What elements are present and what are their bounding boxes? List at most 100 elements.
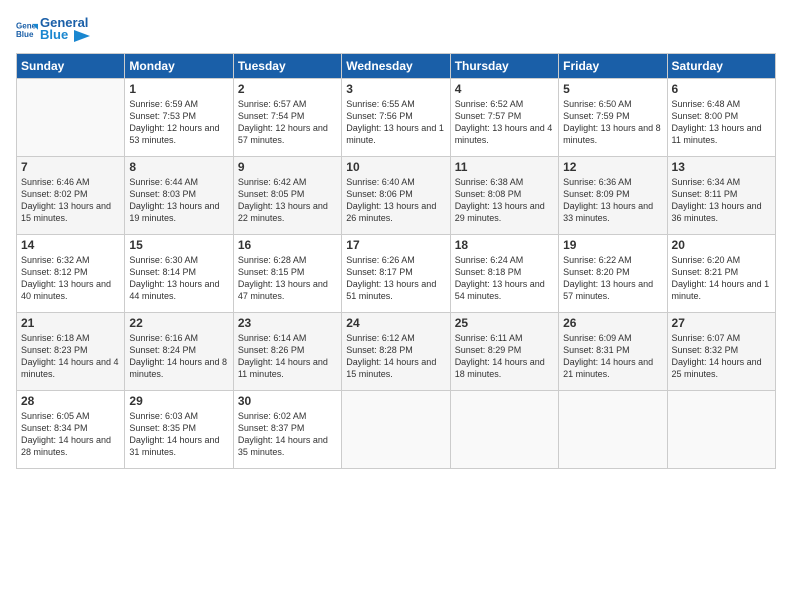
calendar-week-2: 7 Sunrise: 6:46 AMSunset: 8:02 PMDaylight… — [17, 156, 776, 234]
page: General Blue General Blue SundayMondayTu… — [0, 0, 792, 612]
calendar-cell: 2Sunrise: 6:57 AMSunset: 7:54 PMDaylight… — [233, 78, 341, 156]
calendar-cell: 22 Sunrise: 6:16 AMSunset: 8:24 PMDayligh… — [125, 312, 233, 390]
calendar-cell: 7 Sunrise: 6:46 AMSunset: 8:02 PMDaylight… — [17, 156, 125, 234]
day-info: Sunrise: 6:16 AMSunset: 8:24 PMDaylight:… — [129, 332, 228, 381]
logo-flag-icon — [74, 30, 90, 42]
day-number: 6 — [672, 82, 771, 96]
calendar-cell — [450, 390, 558, 468]
calendar-week-5: 28 Sunrise: 6:05 AMSunset: 8:34 PMDayligh… — [17, 390, 776, 468]
day-number: 28 — [21, 394, 120, 408]
day-header-friday: Friday — [559, 53, 667, 78]
day-header-monday: Monday — [125, 53, 233, 78]
day-info: Sunrise: 6:07 AMSunset: 8:32 PMDaylight:… — [672, 332, 771, 381]
calendar-cell: 1 Sunrise: 6:59 AMSunset: 7:53 PMDaylight… — [125, 78, 233, 156]
day-info: Sunrise: 6:11 AMSunset: 8:29 PMDaylight:… — [455, 332, 554, 381]
day-number: 29 — [129, 394, 228, 408]
day-info: Sunrise: 6:20 AMSunset: 8:21 PMDaylight:… — [672, 254, 771, 303]
day-number: 9 — [238, 160, 337, 174]
calendar-cell: 14 Sunrise: 6:32 AMSunset: 8:12 PMDayligh… — [17, 234, 125, 312]
calendar-week-1: 1 Sunrise: 6:59 AMSunset: 7:53 PMDaylight… — [17, 78, 776, 156]
day-number: 10 — [346, 160, 445, 174]
header: General Blue General Blue — [16, 16, 776, 43]
calendar-cell: 13 Sunrise: 6:34 AMSunset: 8:11 PMDayligh… — [667, 156, 775, 234]
day-info: Sunrise: 6:34 AMSunset: 8:11 PMDaylight:… — [672, 176, 771, 225]
calendar-cell: 30Sunrise: 6:02 AMSunset: 8:37 PMDayligh… — [233, 390, 341, 468]
day-number: 1 — [129, 82, 228, 96]
day-number: 13 — [672, 160, 771, 174]
day-info: Sunrise: 6:24 AMSunset: 8:18 PMDaylight:… — [455, 254, 554, 303]
day-number: 14 — [21, 238, 120, 252]
calendar-cell: 24 Sunrise: 6:12 AMSunset: 8:28 PMDayligh… — [342, 312, 450, 390]
day-info: Sunrise: 6:12 AMSunset: 8:28 PMDaylight:… — [346, 332, 445, 381]
day-info: Sunrise: 6:22 AMSunset: 8:20 PMDaylight:… — [563, 254, 662, 303]
day-info: Sunrise: 6:36 AMSunset: 8:09 PMDaylight:… — [563, 176, 662, 225]
day-info: Sunrise: 6:52 AMSunset: 7:57 PMDaylight:… — [455, 98, 554, 147]
day-info: Sunrise: 6:50 AMSunset: 7:59 PMDaylight:… — [563, 98, 662, 147]
calendar-cell: 15 Sunrise: 6:30 AMSunset: 8:14 PMDayligh… — [125, 234, 233, 312]
calendar-cell: 11 Sunrise: 6:38 AMSunset: 8:08 PMDayligh… — [450, 156, 558, 234]
day-info: Sunrise: 6:44 AMSunset: 8:03 PMDaylight:… — [129, 176, 228, 225]
day-info: Sunrise: 6:59 AMSunset: 7:53 PMDaylight:… — [129, 98, 228, 147]
day-number: 17 — [346, 238, 445, 252]
day-header-tuesday: Tuesday — [233, 53, 341, 78]
svg-text:Blue: Blue — [16, 30, 34, 39]
calendar-cell: 27 Sunrise: 6:07 AMSunset: 8:32 PMDayligh… — [667, 312, 775, 390]
calendar-cell: 8 Sunrise: 6:44 AMSunset: 8:03 PMDaylight… — [125, 156, 233, 234]
calendar-cell: 4 Sunrise: 6:52 AMSunset: 7:57 PMDaylight… — [450, 78, 558, 156]
logo-blue: Blue — [40, 28, 90, 42]
calendar-cell: 3 Sunrise: 6:55 AMSunset: 7:56 PMDaylight… — [342, 78, 450, 156]
day-number: 11 — [455, 160, 554, 174]
calendar-cell: 16Sunrise: 6:28 AMSunset: 8:15 PMDayligh… — [233, 234, 341, 312]
day-number: 26 — [563, 316, 662, 330]
day-number: 27 — [672, 316, 771, 330]
day-number: 3 — [346, 82, 445, 96]
day-info: Sunrise: 6:05 AMSunset: 8:34 PMDaylight:… — [21, 410, 120, 459]
calendar-cell: 29 Sunrise: 6:03 AMSunset: 8:35 PMDayligh… — [125, 390, 233, 468]
day-info: Sunrise: 6:09 AMSunset: 8:31 PMDaylight:… — [563, 332, 662, 381]
calendar-week-3: 14 Sunrise: 6:32 AMSunset: 8:12 PMDayligh… — [17, 234, 776, 312]
day-header-thursday: Thursday — [450, 53, 558, 78]
calendar-cell — [667, 390, 775, 468]
logo-icon: General Blue — [16, 18, 38, 40]
calendar-table: SundayMondayTuesdayWednesdayThursdayFrid… — [16, 53, 776, 469]
day-number: 7 — [21, 160, 120, 174]
day-info: Sunrise: 6:48 AMSunset: 8:00 PMDaylight:… — [672, 98, 771, 147]
day-info: Sunrise: 6:57 AMSunset: 7:54 PMDaylight:… — [238, 98, 337, 147]
calendar-cell — [17, 78, 125, 156]
day-info: Sunrise: 6:46 AMSunset: 8:02 PMDaylight:… — [21, 176, 120, 225]
day-info: Sunrise: 6:38 AMSunset: 8:08 PMDaylight:… — [455, 176, 554, 225]
day-number: 18 — [455, 238, 554, 252]
day-info: Sunrise: 6:14 AMSunset: 8:26 PMDaylight:… — [238, 332, 337, 381]
calendar-cell: 18 Sunrise: 6:24 AMSunset: 8:18 PMDayligh… — [450, 234, 558, 312]
day-number: 23 — [238, 316, 337, 330]
day-info: Sunrise: 6:30 AMSunset: 8:14 PMDaylight:… — [129, 254, 228, 303]
day-number: 8 — [129, 160, 228, 174]
day-number: 16 — [238, 238, 337, 252]
calendar-header-row: SundayMondayTuesdayWednesdayThursdayFrid… — [17, 53, 776, 78]
day-info: Sunrise: 6:02 AMSunset: 8:37 PMDaylight:… — [238, 410, 337, 459]
calendar-cell: 20Sunrise: 6:20 AMSunset: 8:21 PMDayligh… — [667, 234, 775, 312]
day-info: Sunrise: 6:03 AMSunset: 8:35 PMDaylight:… — [129, 410, 228, 459]
day-header-wednesday: Wednesday — [342, 53, 450, 78]
day-number: 4 — [455, 82, 554, 96]
day-info: Sunrise: 6:40 AMSunset: 8:06 PMDaylight:… — [346, 176, 445, 225]
day-header-saturday: Saturday — [667, 53, 775, 78]
day-info: Sunrise: 6:55 AMSunset: 7:56 PMDaylight:… — [346, 98, 445, 147]
day-info: Sunrise: 6:26 AMSunset: 8:17 PMDaylight:… — [346, 254, 445, 303]
day-number: 15 — [129, 238, 228, 252]
calendar-cell: 9Sunrise: 6:42 AMSunset: 8:05 PMDaylight… — [233, 156, 341, 234]
calendar-cell: 17 Sunrise: 6:26 AMSunset: 8:17 PMDayligh… — [342, 234, 450, 312]
calendar-week-4: 21 Sunrise: 6:18 AMSunset: 8:23 PMDayligh… — [17, 312, 776, 390]
day-info: Sunrise: 6:32 AMSunset: 8:12 PMDaylight:… — [21, 254, 120, 303]
logo: General Blue General Blue — [16, 16, 90, 43]
calendar-cell: 25Sunrise: 6:11 AMSunset: 8:29 PMDayligh… — [450, 312, 558, 390]
calendar-cell: 12 Sunrise: 6:36 AMSunset: 8:09 PMDayligh… — [559, 156, 667, 234]
day-number: 21 — [21, 316, 120, 330]
day-number: 24 — [346, 316, 445, 330]
calendar-cell — [342, 390, 450, 468]
day-info: Sunrise: 6:18 AMSunset: 8:23 PMDaylight:… — [21, 332, 120, 381]
calendar-cell: 23 Sunrise: 6:14 AMSunset: 8:26 PMDayligh… — [233, 312, 341, 390]
day-number: 22 — [129, 316, 228, 330]
calendar-cell: 19Sunrise: 6:22 AMSunset: 8:20 PMDayligh… — [559, 234, 667, 312]
day-number: 12 — [563, 160, 662, 174]
